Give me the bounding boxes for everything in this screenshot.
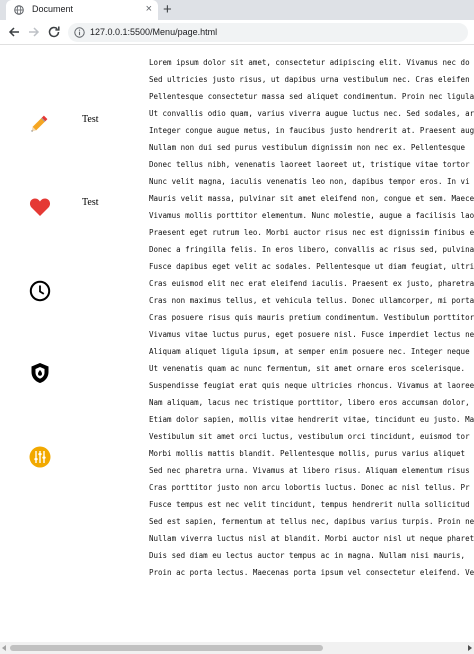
content-line: Cras euismod elit nec erat eleifend iacu… [149,279,474,288]
forward-arrow-icon[interactable] [26,24,42,40]
horizontal-scrollbar[interactable] [0,642,474,654]
content-line: Pellentesque consectetur massa sed aliqu… [149,92,474,101]
browser-tab[interactable]: Document × [6,0,158,20]
page-viewport: Test Test Lorem ipsum dolor sit amet, co… [0,46,474,642]
content-line: Vivamus mollis porttitor elementum. Nunc… [149,211,474,220]
content-line: Nullam non dui sed purus vestibulum dign… [149,143,466,152]
info-icon[interactable] [74,27,85,38]
content-line: Sed nec pharetra urna. Vivamus at libero… [149,466,470,475]
reload-icon[interactable] [46,24,62,40]
content-line: Sed est sapien, fermentum at tellus nec,… [149,517,474,526]
heart-icon[interactable] [29,197,51,217]
content-line: Fusce tempus est nec velit tincidunt, te… [149,500,470,509]
content-line: Nunc velit magna, iaculis venenatis leo … [149,177,470,186]
scroll-right-arrow-icon[interactable] [468,645,472,651]
content-line: Lorem ipsum dolor sit amet, consectetur … [149,58,470,67]
clock-icon[interactable] [29,280,51,302]
content-line: Sed ultricies justo risus, ut dapibus ur… [149,75,470,84]
tab-strip: Document × + [0,0,474,20]
scrollbar-thumb[interactable] [10,645,323,651]
content-line: Cras non maximus tellus, et vehicula tel… [149,296,474,305]
content-line: Donec tellus nibh, venenatis laoreet lao… [149,160,470,169]
content-line: Vivamus vitae luctus purus, eget posuere… [149,330,474,339]
content-line: Ut venenatis quam ac nunc fermentum, sit… [149,364,466,373]
content-line: Morbi mollis mattis blandit. Pellentesqu… [149,449,466,458]
shield-icon[interactable] [30,362,50,384]
content-line: Donec a fringilla felis. In eros libero,… [149,245,474,254]
content-line: Integer congue augue metus, in faucibus … [149,126,474,135]
content-line: Etiam dolor sapien, mollis vitae hendrer… [149,415,474,424]
content-line: Nullam viverra luctus nisl at blandit. M… [149,534,474,543]
content-line: Ut convallis odio quam, varius viverra a… [149,109,474,118]
content-line: Duis sed diam eu lectus auctor tempus ac… [149,551,466,560]
pencil-icon[interactable] [29,112,51,134]
sliders-icon[interactable] [29,446,51,468]
browser-toolbar: 127.0.0.1:5500/Menu/page.html [0,20,474,45]
content-line: Nam aliquam, lacus nec tristique porttit… [149,398,470,407]
content-line: Cras posuere risus quis mauris pretium c… [149,313,474,322]
content-line: Vestibulum sit amet orci luctus, vestibu… [149,432,470,441]
tab-close-button[interactable]: × [146,3,152,15]
content-line: Proin ac porta lectus. Maecenas porta ip… [149,568,474,577]
tab-title: Document [32,4,74,14]
content-line: Aliquam aliquet ligula ipsum, at semper … [149,347,470,356]
back-arrow-icon[interactable] [6,24,22,40]
content-line: Praesent eget rutrum leo. Morbi auctor r… [149,228,474,237]
content-line: Mauris velit massa, pulvinar sit amet el… [149,194,474,203]
content-line: Suspendisse feugiat erat quis neque ultr… [149,381,474,390]
new-tab-button[interactable]: + [163,1,172,18]
menu-label-heart[interactable]: Test [82,197,99,208]
url-text: 127.0.0.1:5500/Menu/page.html [90,27,218,37]
address-bar[interactable]: 127.0.0.1:5500/Menu/page.html [68,23,468,42]
menu-label-pencil[interactable]: Test [82,114,99,125]
lorem-content: Lorem ipsum dolor sit amet, consectetur … [149,57,474,584]
globe-icon [14,5,24,15]
content-line: Fusce dapibus eget velit ac sodales. Pel… [149,262,474,271]
content-line: Cras porttitor justo non arcu lobortis l… [149,483,470,492]
scroll-left-arrow-icon[interactable] [2,645,6,651]
